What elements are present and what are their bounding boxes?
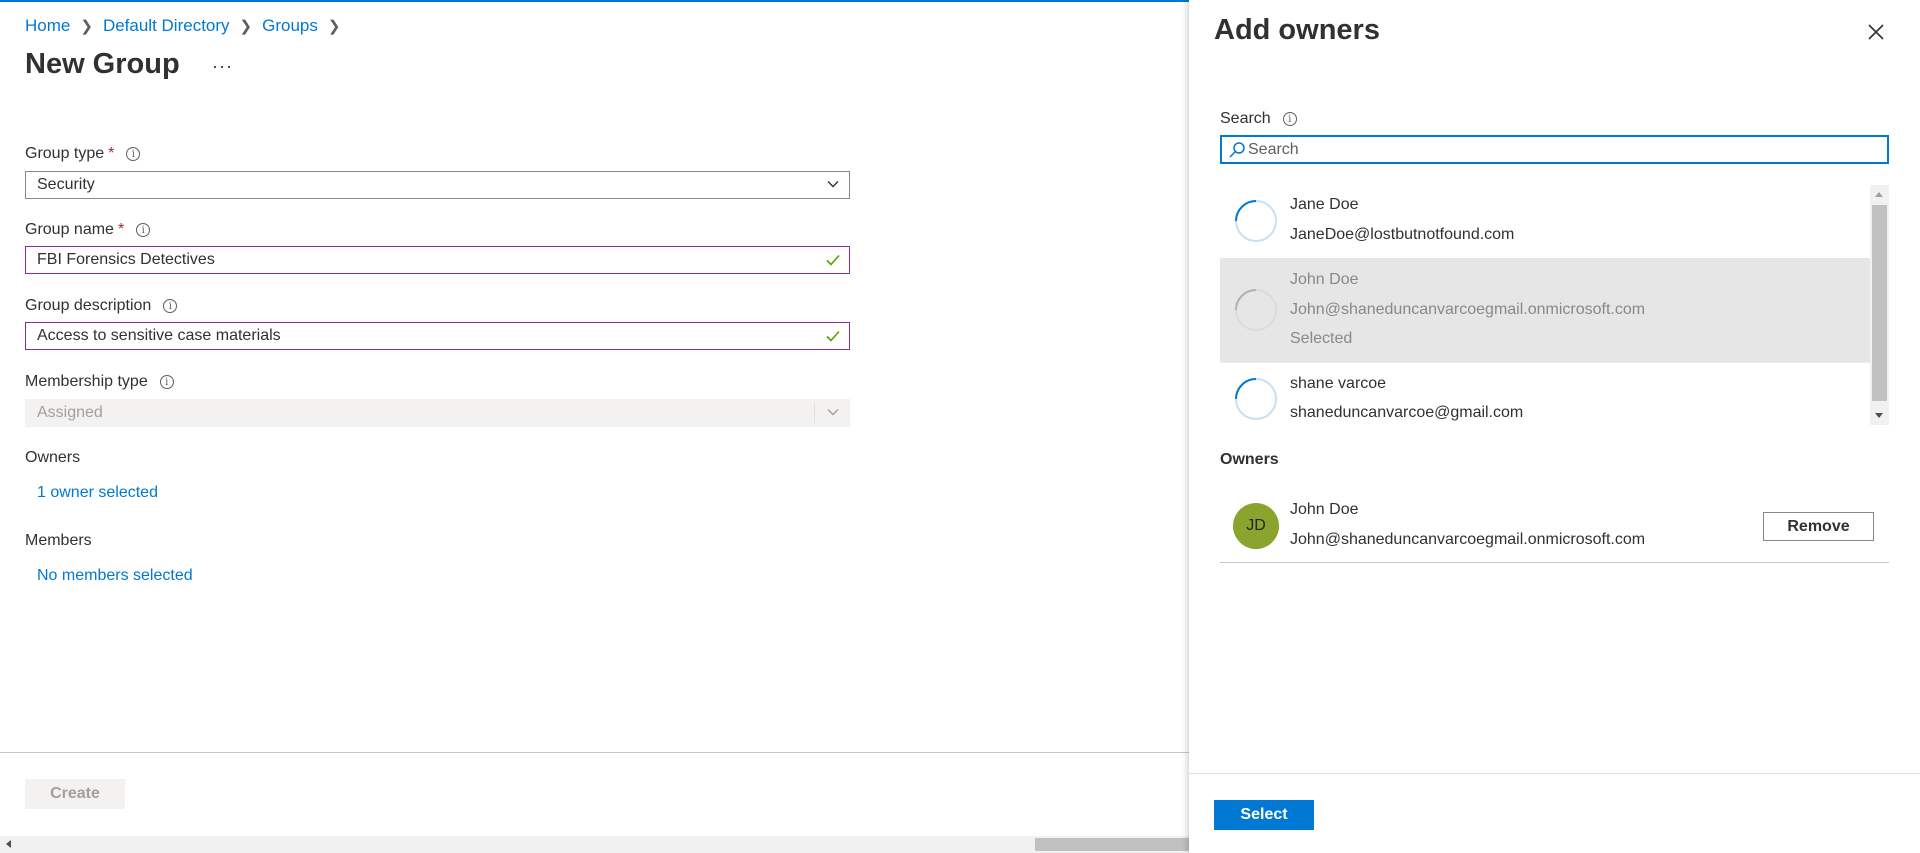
info-icon[interactable]: i: [163, 299, 178, 313]
page-title: New Group: [25, 48, 180, 80]
result-email: shaneduncanvarcoe@gmail.com: [1290, 404, 1524, 421]
create-button: Create: [25, 779, 125, 809]
result-name: shane varcoe: [1290, 375, 1387, 392]
remove-owner-button[interactable]: Remove: [1763, 512, 1874, 541]
scroll-up-icon[interactable]: [1875, 192, 1883, 197]
panel-footer-divider: [1189, 773, 1920, 774]
membership-type-dropdown: Assigned: [25, 399, 850, 427]
chevron-right-icon: ❯: [327, 18, 341, 35]
footer-divider: [0, 752, 1189, 753]
close-icon[interactable]: [1864, 20, 1888, 44]
breadcrumb-home[interactable]: Home: [25, 16, 70, 36]
group-description-label-text: Group description: [25, 297, 152, 314]
scrollbar-thumb[interactable]: [1872, 205, 1887, 401]
search-label-text: Search: [1220, 110, 1271, 127]
search-results-list: Jane Doe JaneDoe@lostbutnotfound.com Joh…: [1220, 185, 1889, 425]
search-label: Search i: [1220, 110, 1297, 128]
group-name-value: FBI Forensics Detectives: [37, 251, 215, 268]
group-description-label: Group description i: [25, 297, 178, 315]
loading-spinner-icon: [1235, 289, 1277, 331]
result-email: John@shaneduncanvarcoegmail.onmicrosoft.…: [1290, 301, 1646, 318]
results-scrollbar[interactable]: [1870, 185, 1889, 425]
scroll-left-icon[interactable]: [6, 840, 11, 848]
chevron-down-icon: [827, 409, 839, 416]
owner-email: John@shaneduncanvarcoegmail.onmicrosoft.…: [1290, 531, 1646, 548]
add-owners-panel: Add owners Search i Jane Doe JaneDoe@los…: [1189, 0, 1920, 853]
group-type-label: Group type * i: [25, 145, 141, 163]
group-description-value: Access to sensitive case materials: [37, 327, 281, 344]
info-icon[interactable]: i: [1282, 112, 1297, 126]
membership-type-label-text: Membership type: [25, 373, 148, 390]
members-selected-link[interactable]: No members selected: [37, 567, 193, 585]
loading-spinner-icon: [1235, 378, 1277, 420]
members-label: Members: [25, 532, 92, 549]
info-icon[interactable]: i: [126, 147, 141, 161]
search-input[interactable]: [1248, 140, 1848, 159]
membership-type-label: Membership type i: [25, 373, 174, 391]
group-type-dropdown[interactable]: Security: [25, 171, 850, 199]
chevron-down-icon: [827, 181, 839, 188]
checkmark-icon: [826, 330, 840, 342]
result-item-jane-doe[interactable]: Jane Doe JaneDoe@lostbutnotfound.com: [1220, 185, 1870, 258]
result-name: Jane Doe: [1290, 196, 1359, 213]
breadcrumb-groups[interactable]: Groups: [262, 16, 318, 36]
checkmark-icon: [826, 254, 840, 266]
more-options-icon[interactable]: ···: [212, 56, 233, 77]
group-type-value: Security: [37, 176, 95, 193]
owners-selected-link[interactable]: 1 owner selected: [37, 484, 158, 502]
breadcrumb-default-directory[interactable]: Default Directory: [103, 16, 230, 36]
group-name-label: Group name * i: [25, 221, 151, 239]
loading-spinner-icon: [1235, 200, 1277, 242]
membership-type-value: Assigned: [37, 404, 103, 421]
scroll-down-icon[interactable]: [1875, 413, 1883, 418]
owners-heading: Owners: [1220, 451, 1279, 468]
horizontal-scrollbar[interactable]: [0, 836, 1189, 853]
avatar: JD: [1233, 503, 1279, 549]
result-item-shane-varcoe[interactable]: shane varcoe shaneduncanvarcoe@gmail.com: [1220, 363, 1870, 425]
chevron-right-icon: ❯: [239, 18, 253, 35]
panel-title: Add owners: [1214, 14, 1380, 46]
info-icon[interactable]: i: [136, 223, 151, 237]
info-icon[interactable]: i: [159, 375, 174, 389]
select-button[interactable]: Select: [1214, 800, 1314, 830]
owner-name: John Doe: [1290, 501, 1359, 518]
group-name-input[interactable]: FBI Forensics Detectives: [25, 246, 850, 274]
result-email: JaneDoe@lostbutnotfound.com: [1290, 226, 1515, 243]
required-marker: *: [117, 221, 125, 238]
search-icon: [1229, 141, 1245, 158]
group-type-label-text: Group type: [25, 145, 105, 162]
dropdown-divider: [814, 403, 815, 423]
breadcrumb: Home ❯ Default Directory ❯ Groups ❯: [25, 16, 350, 36]
group-description-input[interactable]: Access to sensitive case materials: [25, 322, 850, 350]
owner-item-john-doe: JD John Doe John@shaneduncanvarcoegmail.…: [1220, 489, 1889, 563]
result-name: John Doe: [1290, 271, 1359, 288]
owners-label: Owners: [25, 449, 81, 466]
required-marker: *: [108, 145, 115, 162]
search-box[interactable]: [1220, 135, 1889, 164]
result-selected-status: Selected: [1290, 330, 1353, 347]
result-item-john-doe[interactable]: John Doe John@shaneduncanvarcoegmail.onm…: [1220, 258, 1870, 362]
chevron-right-icon: ❯: [80, 18, 93, 35]
group-name-label-text: Group name: [25, 221, 114, 238]
scrollbar-thumb[interactable]: [1035, 838, 1189, 851]
